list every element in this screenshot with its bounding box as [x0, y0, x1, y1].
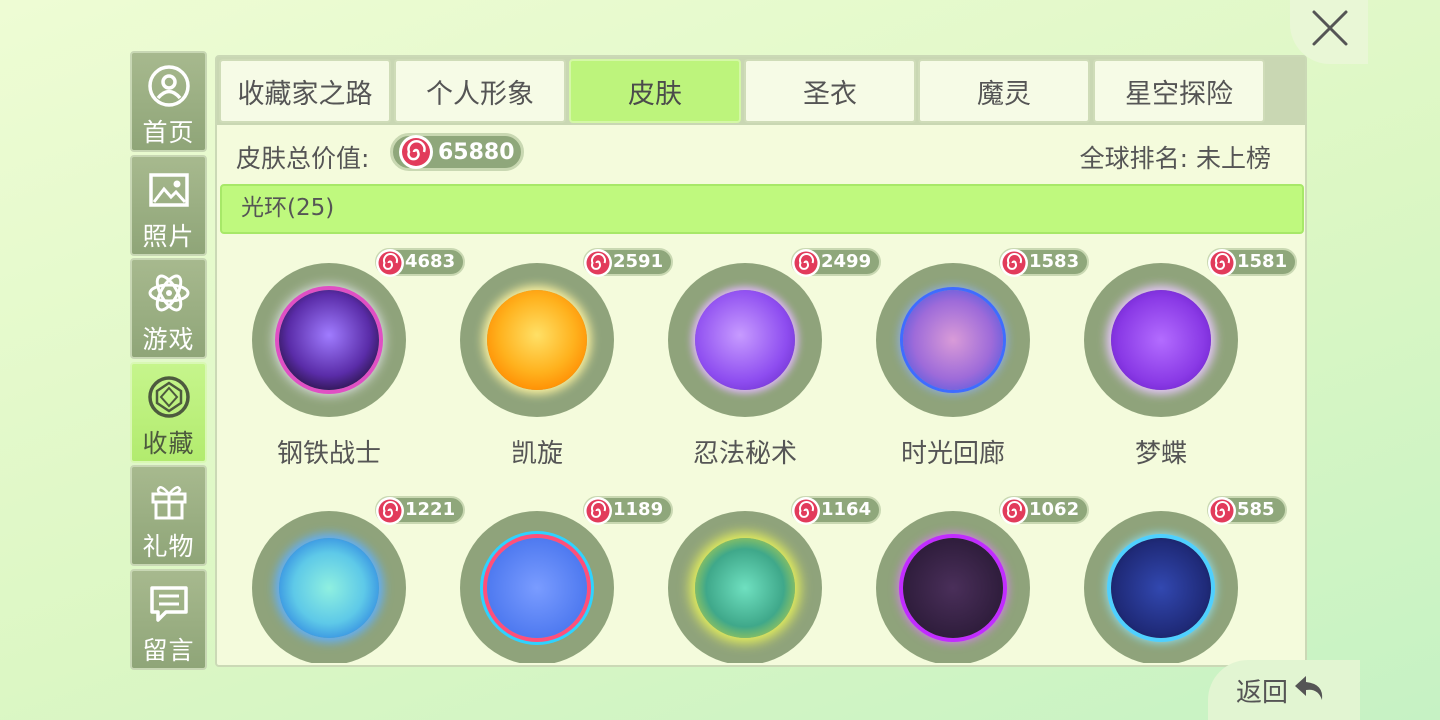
- skin-item[interactable]: 2499 忍法秘术: [633, 237, 882, 469]
- user-circle-icon: [147, 65, 190, 107]
- tab-label: 个人形象: [426, 78, 534, 110]
- aura-preview-icon: [279, 290, 379, 390]
- skin-name: 钢铁战士: [276, 439, 381, 469]
- tab-label: 圣衣: [803, 78, 857, 110]
- aura-preview-icon: [487, 290, 587, 390]
- section-header-aura[interactable]: 光环(25): [220, 184, 1304, 234]
- skin-name: 梦蝶: [1134, 439, 1187, 469]
- tab-label: 星空探险: [1125, 78, 1233, 110]
- tab-star-exploration[interactable]: 星空探险: [1093, 59, 1265, 123]
- candy-coin-icon: [399, 135, 433, 169]
- tab-label: 魔灵: [977, 78, 1031, 110]
- tab-armor[interactable]: 圣衣: [744, 59, 916, 123]
- aura-preview-icon: [1111, 538, 1211, 638]
- candy-coin-icon: [376, 497, 404, 525]
- sidebar-item-photos[interactable]: 照片: [130, 155, 207, 256]
- aura-preview-icon: [695, 538, 795, 638]
- skin-orb-frame: [668, 263, 822, 417]
- skin-name: 忍法秘术: [692, 439, 797, 469]
- candy-coin-icon: [792, 497, 820, 525]
- skin-orb-frame: [876, 511, 1030, 663]
- skin-orb-frame: [1084, 511, 1238, 663]
- summary-row: 皮肤总价值: 65880 全球排名: 未上榜: [217, 125, 1305, 185]
- tab-skins[interactable]: 皮肤: [569, 59, 741, 123]
- sidebar-item-label: 收藏: [142, 429, 195, 458]
- back-label: 返回: [1236, 678, 1289, 708]
- sidebar-item-collection[interactable]: 收藏: [130, 362, 207, 463]
- sidebar-item-label: 首页: [142, 118, 195, 147]
- atom-icon: [148, 274, 189, 312]
- aura-preview-icon: [487, 538, 587, 638]
- skin-item[interactable]: 1164: [633, 485, 882, 663]
- tab-personal-image[interactable]: 个人形象: [394, 59, 566, 123]
- skin-name: 时光回廊: [900, 439, 1005, 469]
- sidebar-item-label: 游戏: [142, 325, 195, 354]
- total-value-label: 皮肤总价值:: [236, 144, 370, 173]
- skin-item[interactable]: 585: [1049, 485, 1287, 663]
- candy-coin-icon: [792, 249, 820, 277]
- sidebar-item-messages[interactable]: 留言: [130, 569, 207, 670]
- skin-item[interactable]: 2591 凯旋: [425, 237, 674, 469]
- price-badge: 1581: [1207, 248, 1298, 277]
- skin-item[interactable]: 1221: [217, 485, 466, 663]
- skin-item[interactable]: 1062: [841, 485, 1090, 663]
- gift-icon: [151, 486, 186, 520]
- back-button[interactable]: 返回: [1208, 660, 1360, 720]
- candy-coin-icon: [1000, 249, 1028, 277]
- price-value: 585: [1237, 499, 1275, 520]
- total-value: 65880: [438, 140, 515, 165]
- skin-name: 凯旋: [510, 439, 563, 469]
- aura-preview-icon: [903, 290, 1003, 390]
- skin-item[interactable]: 1581 梦蝶: [1049, 237, 1298, 469]
- sidebar-item-label: 照片: [142, 222, 195, 251]
- skin-item[interactable]: 4683 钢铁战士: [217, 237, 466, 469]
- section-title: 光环(25): [241, 195, 335, 221]
- close-icon: [1312, 10, 1348, 46]
- tab-label: 收藏家之路: [237, 78, 373, 110]
- global-rank: 全球排名: 未上榜: [1079, 144, 1271, 173]
- candy-coin-icon: [1000, 497, 1028, 525]
- skin-orb-frame: [876, 263, 1030, 417]
- total-value-badge: 65880: [390, 133, 524, 171]
- sidebar-item-home[interactable]: 首页: [130, 51, 207, 152]
- aura-preview-icon: [279, 538, 379, 638]
- tab-bar: 收藏家之路 个人形象 皮肤 圣衣 魔灵 星空探险: [217, 57, 1305, 125]
- sidebar-item-gifts[interactable]: 礼物: [130, 465, 207, 566]
- message-icon: [149, 586, 188, 622]
- candy-coin-icon: [584, 497, 612, 525]
- sidebar-item-label: 礼物: [142, 532, 195, 561]
- candy-coin-icon: [1208, 497, 1236, 525]
- tab-label: 皮肤: [628, 78, 682, 110]
- price-badge: 585: [1207, 496, 1287, 525]
- skin-item[interactable]: 1189: [425, 485, 674, 663]
- skin-orb-frame: [460, 511, 614, 663]
- return-arrow-icon: [1295, 676, 1323, 700]
- skin-orb-frame: [252, 263, 406, 417]
- tab-spirits[interactable]: 魔灵: [918, 59, 1090, 123]
- aura-preview-icon: [695, 290, 795, 390]
- skin-orb-frame: [668, 511, 822, 663]
- gem-icon: [147, 376, 190, 418]
- skin-grid: 4683 钢铁战士 2591 凯旋 2499 忍法秘术 1583 时光回廊 1581 梦蝶 1221…: [217, 237, 1305, 663]
- photo-icon: [148, 173, 189, 207]
- skin-orb-frame: [1084, 263, 1238, 417]
- collection-panel: 收藏家之路 个人形象 皮肤 圣衣 魔灵 星空探险 皮肤总价值: 65880 全球…: [215, 55, 1307, 667]
- candy-coin-icon: [1208, 249, 1236, 277]
- tab-collector-road[interactable]: 收藏家之路: [219, 59, 391, 123]
- candy-coin-icon: [376, 249, 404, 277]
- candy-coin-icon: [584, 249, 612, 277]
- sidebar-item-label: 留言: [142, 636, 195, 665]
- aura-preview-icon: [903, 538, 1003, 638]
- skin-orb-frame: [460, 263, 614, 417]
- skin-orb-frame: [252, 511, 406, 663]
- aura-preview-icon: [1111, 290, 1211, 390]
- sidebar-item-games[interactable]: 游戏: [130, 258, 207, 359]
- skin-item[interactable]: 1583 时光回廊: [841, 237, 1090, 469]
- price-value: 1581: [1237, 251, 1288, 272]
